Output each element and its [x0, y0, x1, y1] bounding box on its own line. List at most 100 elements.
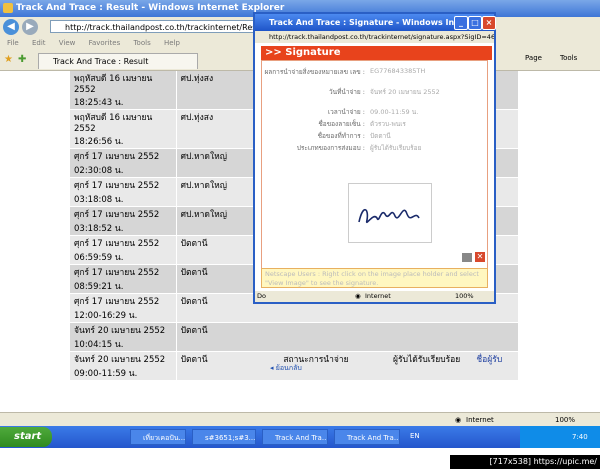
table-cell: ศุกร์ 17 เมษายน 2552 02:30:08 น. — [70, 148, 177, 178]
menu-help[interactable]: Help — [164, 39, 180, 47]
cell-text: ผู้รับได้รับเรียบร้อย — [393, 355, 461, 365]
ie-window: Track And Trace : Result - Windows Inter… — [0, 0, 600, 456]
cell-text: ศุกร์ 17 เมษายน 2552 — [74, 152, 160, 162]
popup-statusbar: Do ◉ Internet 100% — [255, 291, 494, 302]
table-cell[interactable] — [472, 322, 518, 352]
field-value: ตัวรวบ-พนเร — [370, 120, 406, 128]
field-value: ผู้รับได้รับเรียบร้อย — [370, 144, 422, 152]
field-label: ชื่อของที่ทำการ : — [317, 132, 365, 140]
system-tray: 7:40 — [520, 426, 600, 448]
cell-text: ศุกร์ 17 เมษายน 2552 — [74, 210, 160, 220]
field-label: วันที่นำจ่าย : — [329, 88, 365, 96]
favorites-star-icon[interactable]: ★ — [4, 54, 13, 65]
table-row: จันทร์ 20 เมษายน 2552 10:04:15 น. ปัตตานี — [70, 322, 518, 352]
signature-heading: >> Signature — [261, 46, 492, 60]
cell-text: 08:59:21 น. — [74, 282, 124, 292]
field-label: เวลานำจ่าย : — [327, 108, 365, 116]
cell-text: ศุกร์ 17 เมษายน 2552 — [74, 268, 160, 278]
language-indicator[interactable]: EN — [410, 432, 420, 440]
close-red-icon[interactable]: ✕ — [475, 252, 485, 262]
minimize-button[interactable]: _ — [454, 16, 468, 30]
field-value: ปัตตานี — [370, 132, 391, 140]
cell-text: 02:30:08 น. — [74, 166, 124, 176]
popup-url[interactable]: http://track.thailandpost.co.th/trackint… — [255, 31, 494, 43]
field-value: จันทร์ 20 เมษายน 2552 — [370, 88, 440, 96]
menu-file[interactable]: File — [7, 39, 19, 47]
globe-icon: ◉ — [455, 416, 462, 424]
table-cell: ศุกร์ 17 เมษายน 2552 06:59:59 น. — [70, 235, 177, 265]
print-icon[interactable] — [462, 253, 472, 262]
table-cell — [279, 322, 390, 352]
add-favorite-icon[interactable]: ✚ — [18, 54, 26, 65]
cell-text: ปัตตานี — [180, 326, 208, 336]
popup-status-text: Do — [257, 292, 266, 300]
back-link[interactable]: ◂ ย้อนกลับ — [270, 363, 302, 374]
cell-text: 03:18:08 น. — [74, 195, 124, 205]
menu-view[interactable]: View — [59, 39, 76, 47]
table-cell: พฤหัสบดี 16 เมษายน 2552 18:25:43 น. — [70, 71, 177, 110]
taskbar: start เที่ยวเคอปัน...... s#3651;s#3... T… — [0, 426, 600, 448]
field-value: 09.00-11:59 น. — [370, 108, 419, 116]
cell-text: 12:00-16:29 น. — [74, 311, 138, 321]
clock[interactable]: 7:40 — [572, 426, 588, 448]
signature-image — [348, 183, 432, 243]
taskbar-item-3[interactable]: Track And Tra... — [262, 429, 328, 445]
cell-text: 18:26:56 น. — [74, 137, 124, 147]
field-value: EG776843385TH — [370, 67, 426, 75]
table-cell: จันทร์ 20 เมษายน 2552 10:04:15 น. — [70, 322, 177, 352]
cell-text: 18:25:43 น. — [74, 98, 124, 108]
table-cell: ศุกร์ 17 เมษายน 2552 03:18:52 น. — [70, 206, 177, 236]
menu-edit[interactable]: Edit — [32, 39, 46, 47]
popup-zoom[interactable]: 100% — [455, 291, 474, 302]
forward-arrow-icon[interactable]: ▶ — [22, 19, 38, 35]
window-title: Track And Trace : Result - Windows Inter… — [16, 3, 285, 13]
netscape-note: Netscape Users : Right click on the imag… — [261, 268, 488, 288]
ie-icon — [3, 3, 13, 13]
start-button[interactable]: start — [0, 427, 52, 447]
cell-text: ชื่อผู้รับ — [476, 355, 503, 365]
popup-zone: Internet — [365, 292, 391, 300]
taskbar-item-4[interactable]: Track And Tra... — [334, 429, 400, 445]
page-menu[interactable]: Page — [525, 54, 542, 62]
table-cell: ผู้รับได้รับเรียบร้อย — [389, 351, 473, 381]
cell-text: ปัตตานี — [180, 355, 208, 365]
status-zoom[interactable]: 100% — [555, 413, 575, 427]
table-cell: ปัตตานี — [175, 322, 280, 352]
status-zone: Internet — [466, 416, 494, 424]
table-cell: ศุกร์ 17 เมษายน 2552 12:00-16:29 น. — [70, 293, 177, 323]
field-label: ประเภทของการส่งมอบ : — [296, 144, 365, 152]
close-button[interactable]: × — [482, 16, 496, 30]
tab-result[interactable]: Track And Trace : Result — [38, 53, 198, 69]
cell-text: ศุกร์ 17 เมษายน 2552 — [74, 239, 160, 249]
cell-text: จันทร์ 20 เมษายน 2552 — [74, 355, 166, 365]
taskbar-item-2[interactable]: s#3651;s#3... — [192, 429, 256, 445]
signature-popup: Track And Trace : Signature - Windows In… — [253, 12, 496, 304]
table-cell: จันทร์ 20 เมษายน 2552 09:00-11:59 น. — [70, 351, 177, 381]
signature-details: ผลการนำจ่ายสิ่งของหมายเลข เลข : EG7768433… — [261, 60, 488, 270]
statusbar: ◉ Internet 100% — [0, 412, 600, 427]
field-label: ผลการนำจ่ายสิ่งของหมายเลข เลข : — [264, 68, 365, 76]
cell-text: 03:18:52 น. — [74, 224, 124, 234]
cell-text: 10:04:15 น. — [74, 340, 124, 350]
cell-text: พฤหัสบดี 16 เมษายน 2552 — [74, 74, 153, 95]
back-arrow-icon[interactable]: ◀ — [3, 19, 19, 35]
taskbar-item-1[interactable]: เที่ยวเคอปัน...... — [130, 429, 186, 445]
globe-icon: ◉ — [355, 292, 361, 300]
cell-text: ศุกร์ 17 เมษายน 2552 — [74, 181, 160, 191]
table-cell: พฤหัสบดี 16 เมษายน 2552 18:26:56 น. — [70, 109, 177, 149]
table-cell: ปัตตานี — [175, 351, 280, 381]
field-label: ชื่อของลายเซ็น : — [318, 120, 365, 128]
table-cell[interactable]: ชื่อผู้รับ — [472, 351, 518, 381]
tools-menu[interactable]: Tools — [560, 54, 577, 62]
cell-text: 09:00-11:59 น. — [74, 369, 138, 379]
cell-text: ศุกร์ 17 เมษายน 2552 — [74, 297, 160, 307]
table-cell: ศุกร์ 17 เมษายน 2552 03:18:08 น. — [70, 177, 177, 207]
table-cell: ศุกร์ 17 เมษายน 2552 08:59:21 น. — [70, 264, 177, 294]
watermark: [717x538] https://upic.me/ — [450, 455, 600, 469]
menu-tools[interactable]: Tools — [133, 39, 150, 47]
popup-titlebar[interactable]: Track And Trace : Signature - Windows In… — [255, 14, 496, 31]
cell-text: จันทร์ 20 เมษายน 2552 — [74, 326, 166, 336]
maximize-button[interactable]: □ — [468, 16, 482, 30]
menu-favorites[interactable]: Favorites — [89, 39, 121, 47]
table-cell — [389, 322, 473, 352]
